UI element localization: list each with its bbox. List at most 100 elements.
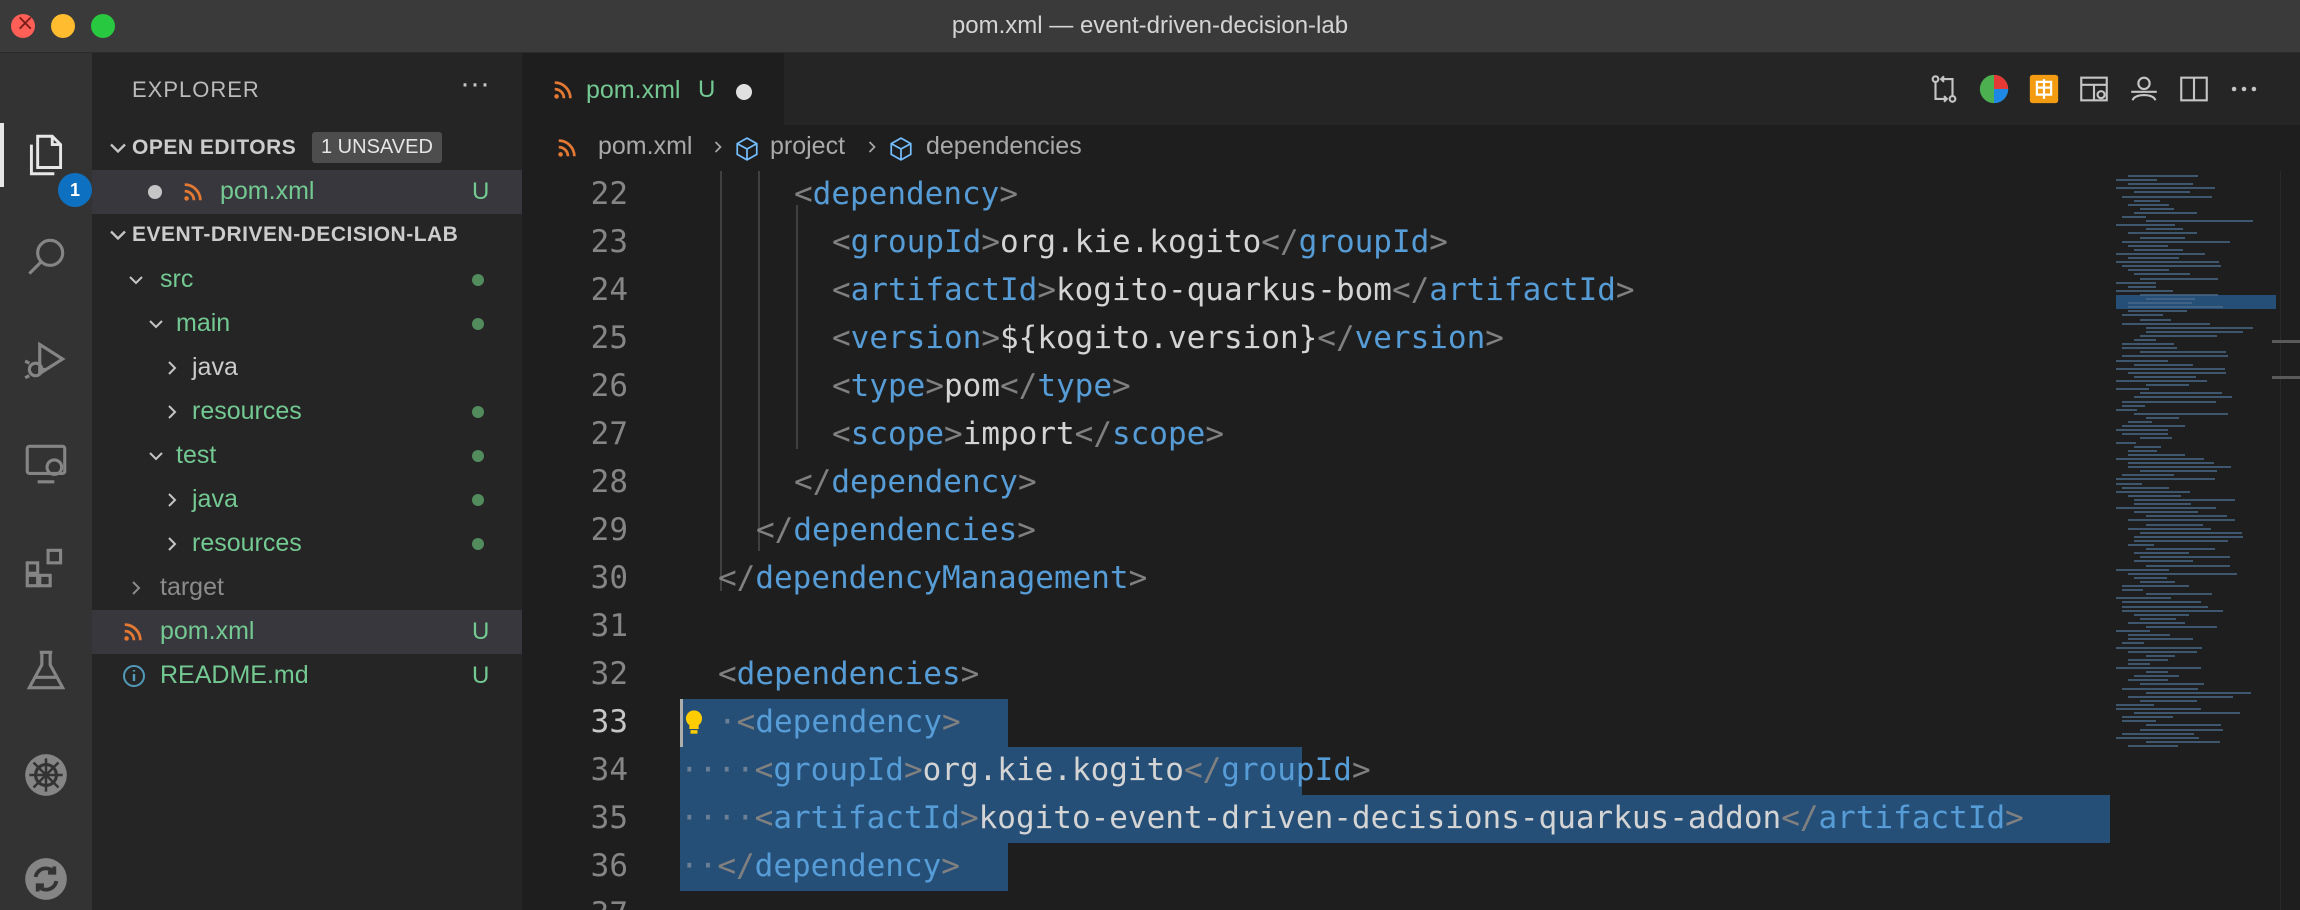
minimap-line xyxy=(2146,740,2220,743)
breadcrumb-item[interactable]: pom.xml xyxy=(598,132,692,161)
minimap-line xyxy=(2128,269,2169,272)
minimap-line xyxy=(2128,232,2197,235)
kubernetes-icon[interactable] xyxy=(16,745,76,805)
chevron-down-icon xyxy=(149,320,163,329)
project-title: EVENT-DRIVEN-DECISION-LAB xyxy=(132,223,459,246)
minimap-line xyxy=(2134,396,2232,399)
chevron-right-icon xyxy=(714,141,722,153)
search-icon[interactable] xyxy=(16,227,76,287)
minimap-line xyxy=(2122,265,2221,268)
minimap-line xyxy=(2134,412,2228,415)
minimap-line xyxy=(2140,293,2218,296)
minimap-line xyxy=(2140,277,2218,280)
window-title: pom.xml — event-driven-decision-lab xyxy=(951,12,1349,39)
tree-item-pom[interactable]: pom.xml U xyxy=(92,610,522,654)
minimap-line xyxy=(2122,314,2163,317)
tree-item-main-resources[interactable]: resources xyxy=(92,390,522,434)
unsaved-dot-icon[interactable] xyxy=(736,84,752,100)
tree-item-readme[interactable]: README.md U xyxy=(92,654,522,698)
minimap-line xyxy=(2128,310,2187,313)
minimap-line xyxy=(2122,343,2174,346)
line-number: 23 xyxy=(590,224,628,260)
translate-extension-icon[interactable] xyxy=(2026,71,2062,107)
open-editor-item[interactable]: pom.xml U xyxy=(92,170,522,214)
minimap-line xyxy=(2134,613,2189,616)
tree-item-test[interactable]: test xyxy=(92,434,522,478)
project-section[interactable]: EVENT-DRIVEN-DECISION-LAB xyxy=(92,215,522,255)
minimap-line xyxy=(2134,191,2190,194)
chevron-down-icon xyxy=(149,452,163,461)
compare-changes-icon[interactable] xyxy=(1926,71,1962,107)
modified-dot xyxy=(472,274,484,286)
code-editor[interactable]: 22 <dependency> 23 <groupId>org.kie.kogi… xyxy=(522,171,2110,910)
minimap-line xyxy=(2128,662,2150,665)
minimap-line xyxy=(2116,289,2173,292)
unsaved-badge: 1 UNSAVED xyxy=(312,132,442,163)
minimap-line xyxy=(2116,478,2215,481)
minimap-line xyxy=(2140,699,2197,702)
minimap-line xyxy=(2116,380,2207,382)
tree-item-src[interactable]: src xyxy=(92,258,522,302)
code-text: ····<artifactId>kogito-event-driven-deci… xyxy=(680,800,2024,836)
minimap-line xyxy=(2128,453,2185,456)
info-icon xyxy=(123,665,145,687)
tree-item-test-resources[interactable]: resources xyxy=(92,522,522,566)
code-text: </dependencyManagement> xyxy=(718,560,1148,596)
more-actions-icon[interactable] xyxy=(2226,71,2262,107)
minimap-line xyxy=(2140,392,2222,395)
minimap-line xyxy=(2128,658,2168,661)
explorer-more-button[interactable]: ··· xyxy=(460,67,490,101)
explorer-icon[interactable]: 1 xyxy=(16,125,92,207)
tree-item-main[interactable]: main xyxy=(92,302,522,346)
chevron-right-icon xyxy=(168,405,177,419)
run-debug-icon[interactable] xyxy=(16,329,76,389)
open-preview-icon[interactable] xyxy=(2076,71,2112,107)
minimap-line xyxy=(2146,548,2215,551)
minimap-line xyxy=(2122,195,2212,198)
sync-icon[interactable] xyxy=(16,849,76,909)
tree-item-target[interactable]: target xyxy=(92,566,522,610)
tree-item-test-java[interactable]: java xyxy=(92,478,522,522)
code-line: 30 </dependencyManagement> xyxy=(522,555,2110,603)
open-editors-section[interactable]: OPEN EDITORS 1 UNSAVED xyxy=(92,128,522,168)
extensions-icon[interactable] xyxy=(16,537,76,597)
minimap-line xyxy=(2140,580,2175,583)
minimap-line xyxy=(2122,486,2169,489)
minimap-line xyxy=(2116,482,2142,485)
minimap-line xyxy=(2134,675,2179,678)
tree-label: resources xyxy=(192,397,302,425)
rss-icon xyxy=(124,623,142,641)
line-number: 27 xyxy=(590,416,628,452)
minimap[interactable] xyxy=(2110,171,2280,910)
code-text: <version>${kogito.version}</version> xyxy=(832,320,1504,356)
line-number: 37 xyxy=(522,896,628,910)
testing-icon[interactable] xyxy=(16,641,76,701)
unsaved-dot-icon xyxy=(148,185,162,199)
code-text: <artifactId>kogito-quarkus-bom</artifact… xyxy=(832,272,1635,308)
code-text: ·<dependency> xyxy=(718,704,961,740)
remote-explorer-icon[interactable] xyxy=(16,433,76,493)
code-text: <scope>import</scope> xyxy=(832,416,1224,452)
minimap-line xyxy=(2116,388,2149,391)
minimap-line xyxy=(2128,544,2154,546)
chevron-down-icon xyxy=(110,230,126,241)
code-text: <dependencies> xyxy=(718,656,980,692)
minimap-line xyxy=(2146,523,2203,526)
lightbulb-icon[interactable] xyxy=(680,706,708,738)
breadcrumb-item[interactable]: dependencies xyxy=(926,132,1082,161)
tree-label: java xyxy=(192,353,238,381)
breadcrumb-item[interactable]: project xyxy=(770,132,845,161)
code-line: 26 <type>pom</type> xyxy=(522,363,2110,411)
minimap-line xyxy=(2122,216,2146,218)
tab-pom-xml[interactable]: pom.xml U xyxy=(522,53,784,125)
split-editor-icon[interactable] xyxy=(2176,71,2212,107)
chart-extension-icon[interactable] xyxy=(1976,71,2012,107)
minimap-line xyxy=(2116,187,2215,190)
minimap-line xyxy=(2146,654,2175,657)
code-line: 29 </dependencies> xyxy=(522,507,2110,555)
vertical-scrollbar[interactable] xyxy=(2280,171,2300,910)
modified-dot xyxy=(472,538,484,550)
minimap-line xyxy=(2140,334,2217,337)
accounts-sync-icon[interactable] xyxy=(2126,71,2162,107)
tree-item-main-java[interactable]: java xyxy=(92,346,522,390)
